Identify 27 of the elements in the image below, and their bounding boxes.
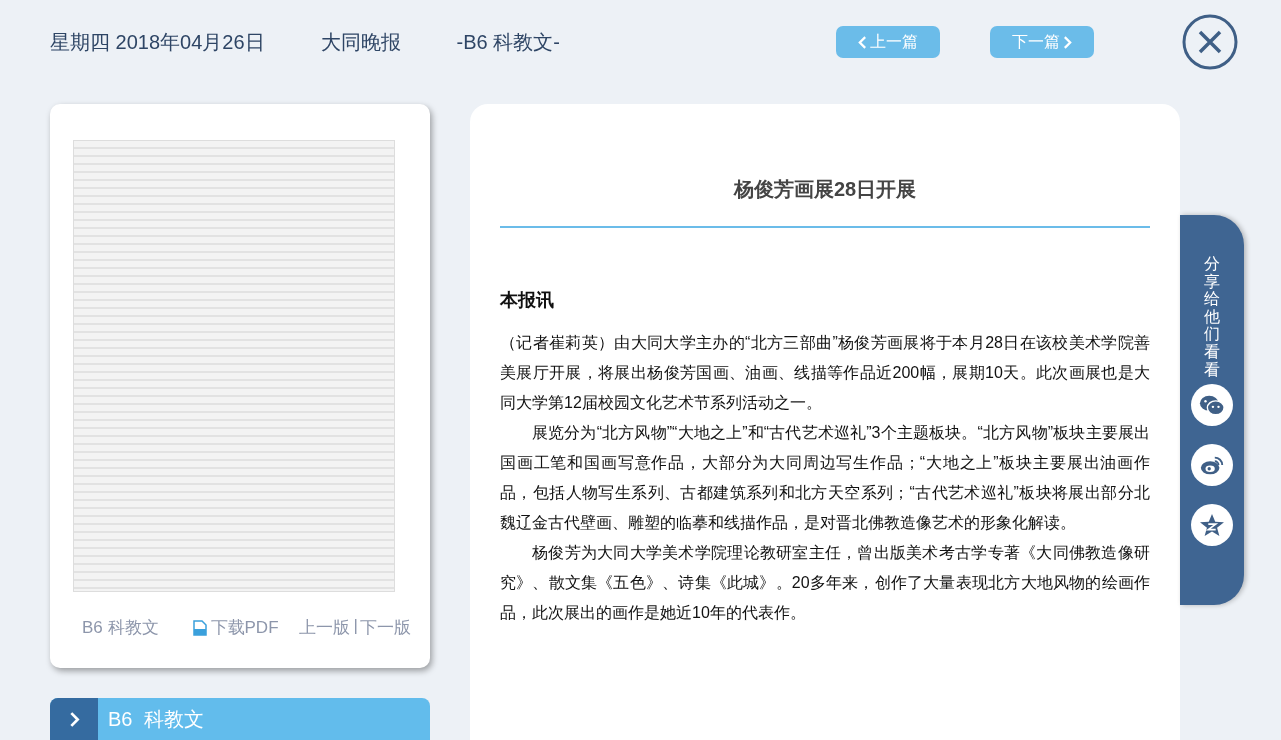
- chevron-right-icon: [68, 710, 80, 728]
- next-page-link[interactable]: 下一版: [359, 616, 411, 639]
- article-lead: 本报讯: [500, 289, 555, 312]
- wechat-share-button[interactable]: [1191, 384, 1233, 427]
- section-tab[interactable]: B6 科教文: [50, 698, 430, 740]
- chevron-left-icon: [857, 34, 867, 50]
- previous-article-button[interactable]: 上一篇: [835, 26, 940, 58]
- next-article-button[interactable]: 下一篇: [989, 26, 1094, 58]
- article-title: 杨俊芳画展28日开展: [732, 177, 918, 202]
- weibo-share-button[interactable]: [1191, 444, 1233, 487]
- article-paragraph: 杨俊芳为大同大学美术学院理论教研室主任，曾出版美术考古学专著《大同佛教造像研究》、散文集《五色》、诗集《此城》。20多年来，创作了大量表现北方大地风物的绘画作品，此次展出的画作是她近10年的代表作。: [500, 543, 1150, 623]
- chevron-right-icon: [1062, 34, 1072, 50]
- star-icon: [1199, 513, 1225, 538]
- article-paragraph: 展览分为“北方风物”“大地之上”和“古代艺术巡礼”3个主题板块。“北方风物”板块主要展出国画工笔和国画写意作品，大部分为大同周边写生作品；“大地之上”板块主要展出油画作品，包括人物写生系列、古都建筑系列和北方天空系列；“古代艺术巡礼”板块将展出部分北魏辽金古代壁画、雕塑的临摹和线描作品，是对晋北佛教造像艺术的形象化解读。: [500, 423, 1150, 533]
- separator: |: [353, 616, 358, 637]
- issue-date: 星期四 2018年04月26日: [50, 29, 265, 55]
- page-name: B6 科教文: [82, 617, 159, 639]
- section-label: B6 科教文: [108, 706, 204, 732]
- newspaper-name: 大同晚报: [320, 29, 401, 55]
- article-paragraph: （记者崔莉英）由大同大学主办的“北方三部曲”杨俊芳画展将于本月28日在该校美术学院善美展厅开展，将展出杨俊芳国画、油画、线描等作品近200幅，展期10天。此次画展也是大同大学第12届校园文化艺术节系列活动之一。: [500, 333, 1150, 413]
- close-icon[interactable]: [1181, 14, 1238, 70]
- qzone-share-button[interactable]: [1191, 504, 1233, 547]
- previous-page-link[interactable]: 上一版: [298, 616, 350, 639]
- pdf-file-icon: [192, 619, 207, 636]
- share-label: 分享给他们看看: [1204, 255, 1220, 379]
- page-label: -B6 科教文-: [456, 29, 560, 55]
- download-pdf-link[interactable]: 下载PDF: [192, 616, 279, 639]
